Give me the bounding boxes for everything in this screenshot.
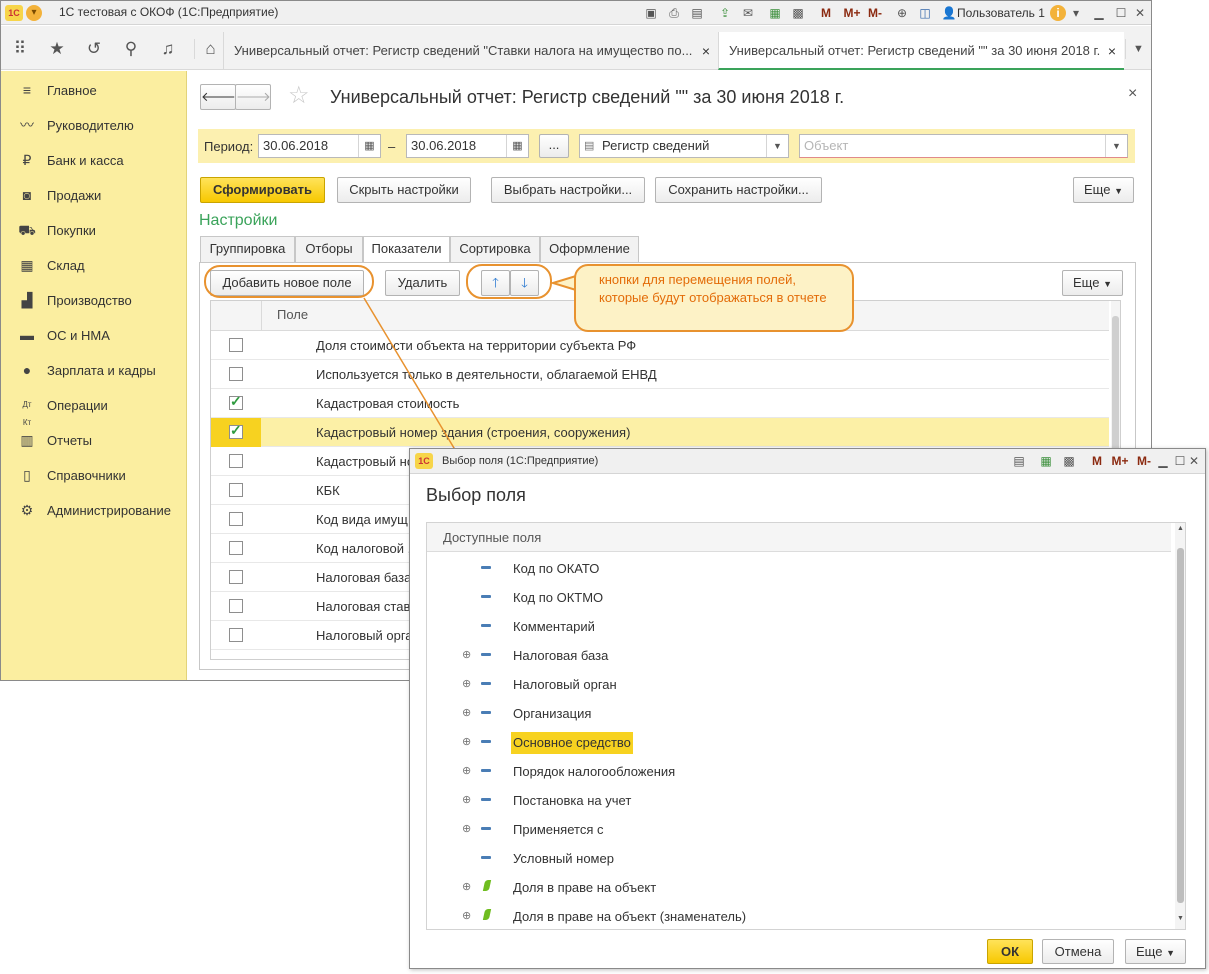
expand-icon[interactable]: ⊕ xyxy=(462,909,471,922)
ok-button[interactable]: ОК xyxy=(987,939,1033,964)
expand-icon[interactable]: ⊕ xyxy=(462,793,471,806)
tree-item-label: Налоговый орган xyxy=(513,677,617,692)
tree-item-label: Доля в праве на объект (знаменатель) xyxy=(513,909,747,924)
tree-item[interactable]: Код по ОКТМО xyxy=(427,582,1185,611)
calendar-icon[interactable]: ▩ xyxy=(1061,453,1077,469)
dialog-heading: Выбор поля xyxy=(426,485,526,505)
tree-item-label: Комментарий xyxy=(513,619,595,634)
tree-item-label: Применяется с xyxy=(513,822,604,837)
expand-icon[interactable]: ⊕ xyxy=(462,822,471,835)
tree-item[interactable]: Условный номер xyxy=(427,843,1185,872)
tree-item-label: Порядок налогообложения xyxy=(513,764,676,779)
available-fields-tree: Доступные поля Код по ОКАТО Код по ОКТМО К… xyxy=(426,522,1186,930)
tree-header: Доступные поля xyxy=(427,523,1171,552)
field-dash-icon xyxy=(481,595,491,598)
tree-item-label: Доля в праве на объект xyxy=(513,880,657,895)
dialog-more-button[interactable]: Еще ▼ xyxy=(1125,939,1186,964)
expand-icon[interactable]: ⊕ xyxy=(462,648,471,661)
more-label: Еще xyxy=(1136,944,1163,959)
tree-item[interactable]: Код по ОКАТО xyxy=(427,553,1185,582)
cancel-button[interactable]: Отмена xyxy=(1042,939,1114,964)
scroll-thumb[interactable] xyxy=(1177,548,1184,903)
tree-item[interactable]: ⊕ Основное средство xyxy=(427,727,1185,756)
tree-item[interactable]: ⊕ Доля в праве на объект xyxy=(427,872,1185,901)
callout-pointer xyxy=(549,274,577,292)
dialog-titlebar: 1С Выбор поля (1С:Предприятие) ▤ ▦ ▩ M M… xyxy=(410,449,1205,474)
tree-item[interactable]: Комментарий xyxy=(427,611,1185,640)
expand-icon[interactable]: ⊕ xyxy=(462,880,471,893)
tree-item[interactable]: ⊕ Постановка на учет xyxy=(427,785,1185,814)
expand-icon[interactable]: ⊕ xyxy=(462,735,471,748)
field-dash-icon xyxy=(481,769,491,772)
expand-icon[interactable]: ⊕ xyxy=(462,764,471,777)
tree-item-label: Организация xyxy=(513,706,592,721)
field-dash-icon xyxy=(481,566,491,569)
tree-item[interactable]: ⊕ Порядок налогообложения xyxy=(427,756,1185,785)
expand-icon[interactable]: ⊕ xyxy=(462,677,471,690)
chevron-down-icon: ▼ xyxy=(1166,948,1175,958)
tree-scrollbar[interactable]: ▲ ▼ xyxy=(1175,523,1185,929)
expand-icon[interactable]: ⊕ xyxy=(462,706,471,719)
field-dash-icon xyxy=(481,856,491,859)
1c-logo-icon: 1С xyxy=(415,453,433,469)
field-selection-dialog: 1С Выбор поля (1С:Предприятие) ▤ ▦ ▩ M M… xyxy=(409,448,1206,969)
tree-item-label: Условный номер xyxy=(513,851,614,866)
tree-item[interactable]: ⊕ Доля в праве на объект (знаменатель) xyxy=(427,901,1185,929)
callout-text: кнопки для перемещения полей, которые бу… xyxy=(599,272,827,305)
tree-item-label: Постановка на учет xyxy=(513,793,632,808)
memory-plus-icon[interactable]: M+ xyxy=(1109,453,1131,469)
minimize-icon[interactable]: ▁ xyxy=(1155,453,1171,469)
tree-item[interactable]: ⊕ Налоговая база xyxy=(427,640,1185,669)
tree-item[interactable]: ⊕ Организация xyxy=(427,698,1185,727)
tree-item-label: Налоговая база xyxy=(513,648,609,663)
memory-m-icon[interactable]: M xyxy=(1089,453,1105,469)
tree-item[interactable]: ⊕ Налоговый орган xyxy=(427,669,1185,698)
field-dash-icon xyxy=(481,711,491,714)
memory-minus-icon[interactable]: M- xyxy=(1134,453,1154,469)
dialog-window-title: Выбор поля (1С:Предприятие) xyxy=(442,455,599,467)
field-dash-icon xyxy=(481,740,491,743)
scroll-down-icon[interactable]: ▼ xyxy=(1177,915,1184,922)
field-dash-icon xyxy=(481,682,491,685)
tree-item[interactable]: ⊕ Применяется с xyxy=(427,814,1185,843)
field-dash-icon xyxy=(481,624,491,627)
tree-header-label: Доступные поля xyxy=(443,530,542,545)
resource-leaf-icon xyxy=(482,880,492,891)
tree-item-label: Основное средство xyxy=(511,732,633,754)
tree-item-label: Код по ОКТМО xyxy=(513,590,604,605)
calculator-icon[interactable]: ▦ xyxy=(1038,453,1054,469)
preview-icon[interactable]: ▤ xyxy=(1011,453,1027,469)
field-dash-icon xyxy=(481,798,491,801)
tree-item-label: Код по ОКАТО xyxy=(513,561,600,576)
resource-leaf-icon xyxy=(482,909,492,920)
scroll-up-icon[interactable]: ▲ xyxy=(1177,525,1184,532)
close-icon[interactable]: ✕ xyxy=(1186,453,1202,469)
field-dash-icon xyxy=(481,653,491,656)
callout-move-buttons: кнопки для перемещения полей, которые бу… xyxy=(574,264,854,332)
field-dash-icon xyxy=(481,827,491,830)
